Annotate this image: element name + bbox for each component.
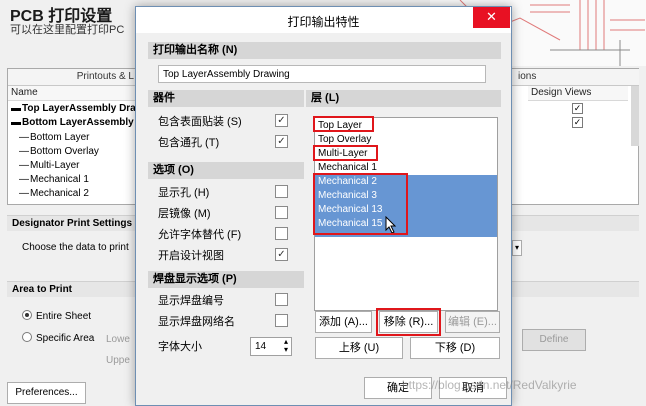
table-row[interactable]: —Bottom Layer (11, 131, 89, 145)
close-icon[interactable]: ✕ (473, 7, 510, 28)
pad-numbers-checkbox[interactable] (275, 293, 288, 306)
move-up-button[interactable]: 上移 (U) (315, 337, 403, 359)
list-item[interactable]: Mechanical 13 (315, 203, 497, 217)
options-header: ions (512, 69, 639, 86)
design-views-column-header[interactable]: Design Views (528, 86, 628, 101)
list-item[interactable]: Top Layer (315, 119, 497, 133)
font-substitution-label: 允许字体替代 (F) (158, 229, 242, 241)
add-layer-button[interactable]: 添加 (A)... (315, 311, 372, 333)
entire-sheet-radio[interactable]: Entire Sheet (22, 310, 91, 322)
font-size-stepper[interactable]: 14 ▴ ▾ (250, 337, 292, 356)
design-views-label: 开启设计视图 (158, 250, 224, 262)
pad-nets-label: 显示焊盘网络名 (158, 316, 235, 328)
move-down-button[interactable]: 下移 (D) (410, 337, 500, 359)
include-through-checkbox[interactable]: ✓ (275, 135, 288, 148)
list-item[interactable]: Top Overlay (315, 133, 497, 147)
include-smt-checkbox[interactable]: ✓ (275, 114, 288, 127)
list-item[interactable]: Mechanical 1 (315, 161, 497, 175)
print-output-properties-dialog[interactable]: 打印输出特性 ✕ 打印输出名称 (N) 器件 包含表面贴装 (S) ✓ 包含通孔… (135, 6, 512, 406)
define-button[interactable]: Define (522, 329, 586, 351)
check-icon: ✓ (277, 136, 286, 147)
components-group-header: 器件 (148, 90, 304, 107)
radio-icon (22, 310, 32, 320)
designator-text: Choose the data to print (22, 242, 129, 253)
layers-list[interactable]: Top Layer Top Overlay Multi-Layer Mechan… (314, 117, 498, 311)
include-through-label: 包含通孔 (T) (158, 137, 220, 149)
list-item[interactable]: Mechanical 15 (315, 217, 497, 237)
stepper-arrows-icon[interactable]: ▴ ▾ (284, 338, 288, 354)
printouts-header: Printouts & L (8, 69, 136, 86)
specific-area-radio[interactable]: Specific Area (22, 332, 94, 344)
edit-layer-button[interactable]: 编辑 (E)... (445, 311, 500, 333)
list-item[interactable]: Mechanical 3 (315, 189, 497, 203)
list-item[interactable]: Mechanical 2 (315, 175, 497, 189)
check-icon: ✓ (277, 115, 286, 126)
mirror-layers-checkbox[interactable] (275, 206, 288, 219)
include-smt-label: 包含表面贴装 (S) (158, 116, 242, 128)
table-row[interactable]: —Mechanical 2 (11, 187, 89, 201)
check-icon: ✓ (277, 249, 286, 260)
show-holes-checkbox[interactable] (275, 185, 288, 198)
mouse-cursor-icon (385, 216, 397, 234)
pad-numbers-label: 显示焊盘编号 (158, 295, 224, 307)
options-group-header: 选项 (O) (148, 162, 304, 179)
pad-options-group-header: 焊盘显示选项 (P) (148, 271, 304, 288)
window-subtitle: 可以在这里配置打印PC (10, 24, 125, 36)
layers-group-header: 层 (L) (306, 90, 501, 107)
font-size-value: 14 (255, 341, 267, 352)
font-substitution-checkbox[interactable] (275, 227, 288, 240)
font-size-label: 字体大小 (158, 341, 202, 353)
table-row[interactable]: ▬Bottom LayerAssembly (11, 116, 134, 130)
dialog-title: 打印输出特性 (287, 15, 360, 29)
design-views-checkbox[interactable]: ✓ (275, 248, 288, 261)
mirror-layers-label: 层镜像 (M) (158, 208, 211, 220)
upper-label: Uppe (106, 355, 130, 366)
name-column-header[interactable]: Name (8, 86, 136, 101)
table-scrollbar[interactable] (631, 86, 639, 146)
pad-nets-checkbox[interactable] (275, 314, 288, 327)
design-views-checkbox[interactable]: ✓ (572, 103, 583, 114)
preferences-button[interactable]: Preferences... (7, 382, 86, 404)
remove-layer-button[interactable]: 移除 (R)... (379, 311, 438, 333)
name-group-header: 打印输出名称 (N) (148, 42, 501, 59)
lower-label: Lowe (106, 334, 130, 345)
table-row[interactable]: —Bottom Overlay (11, 145, 99, 159)
watermark: https://blog.csdn.net/RedValkyrie (402, 378, 577, 392)
table-row[interactable]: ▬Top LayerAssembly Dra (11, 102, 136, 116)
chevron-down-icon[interactable]: ▾ (512, 240, 522, 256)
table-row[interactable]: —Multi-Layer (11, 159, 79, 173)
design-views-checkbox[interactable]: ✓ (572, 117, 583, 128)
printout-name-input[interactable] (158, 65, 486, 83)
table-row[interactable]: —Mechanical 1 (11, 173, 89, 187)
show-holes-label: 显示孔 (H) (158, 187, 210, 199)
list-item[interactable]: Multi-Layer (315, 147, 497, 161)
radio-icon (22, 332, 32, 342)
